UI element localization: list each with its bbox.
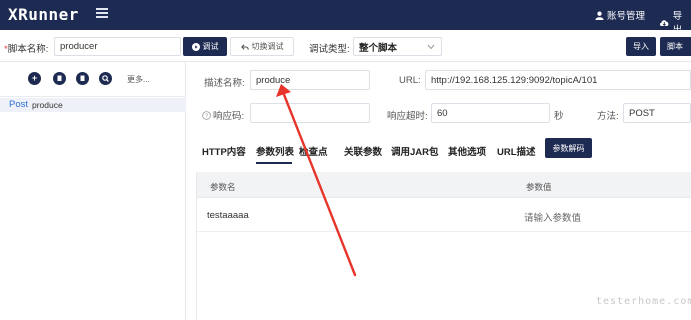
new-file-icon[interactable] — [76, 72, 89, 85]
debug-button[interactable]: 调试 — [183, 37, 227, 56]
undo-icon — [240, 43, 249, 50]
param-table-header: 参数名 参数值 — [196, 172, 691, 198]
param-name-cell[interactable]: testaaaaa — [207, 210, 249, 221]
import-button[interactable]: 导入 — [626, 37, 656, 56]
debug-type-label: 调试类型: — [309, 44, 350, 55]
method-select[interactable]: POST — [623, 103, 691, 123]
account-menu[interactable]: 账号管理 — [595, 8, 645, 22]
desc-name-label: 描述名称: — [204, 78, 245, 89]
timeout-unit: 秒 — [554, 111, 564, 122]
top-navbar: XRunner 账号管理 导出 — [0, 0, 691, 36]
active-tab-indicator — [256, 162, 292, 164]
script-tree-sidebar: + 更多... Post produce — [0, 62, 186, 320]
more-link[interactable]: 更多... — [127, 74, 150, 85]
add-icon[interactable]: + — [28, 72, 41, 85]
script-button[interactable]: 脚本 — [660, 37, 691, 56]
help-icon: ? — [202, 110, 211, 120]
tab-call-jar[interactable]: 调用JAR包 — [391, 144, 439, 158]
script-name-input[interactable]: producer — [54, 37, 181, 56]
tree-item-produce[interactable]: Post produce — [0, 98, 186, 112]
tab-other-options[interactable]: 其他选项 — [448, 144, 486, 158]
app-logo: XRunner — [8, 5, 79, 24]
chevron-down-icon — [427, 44, 435, 50]
response-code-input[interactable] — [250, 103, 370, 123]
copy-file-icon[interactable] — [53, 72, 66, 85]
tree-item-name: produce — [32, 100, 63, 110]
script-toolbar: *脚本名称: producer 调试 切换调试 调试类型: 整个脚本 导入 脚本 — [0, 30, 691, 62]
timeout-input[interactable]: 60 — [431, 103, 550, 123]
method-label: 方法: — [597, 111, 619, 122]
table-row[interactable]: testaaaaa 请输入参数值 — [196, 198, 691, 232]
tab-http-content[interactable]: HTTP内容 — [202, 144, 246, 158]
account-label: 账号管理 — [607, 11, 646, 22]
tab-correlate-params[interactable]: 关联参数 — [344, 144, 382, 158]
watermark: testerhome.com — [596, 296, 691, 307]
menu-toggle-icon[interactable] — [96, 8, 108, 20]
tab-checkpoint[interactable]: 检查点 — [299, 144, 328, 158]
url-label: URL: — [399, 75, 421, 86]
url-input[interactable]: http://192.168.125.129:9092/topicA/101 — [425, 70, 691, 90]
switch-debug-button[interactable]: 切换调试 — [230, 37, 294, 56]
param-decode-button[interactable]: 参数解码 — [545, 138, 592, 158]
column-header-param-name: 参数名 — [210, 182, 236, 192]
debug-type-select[interactable]: 整个脚本 — [353, 37, 442, 56]
cloud-download-icon — [659, 19, 669, 26]
search-icon[interactable] — [99, 72, 112, 85]
table-left-border — [196, 172, 197, 320]
tree-divider — [0, 96, 186, 97]
play-icon — [191, 42, 200, 51]
desc-name-input[interactable]: produce — [250, 70, 370, 90]
script-name-label: *脚本名称: — [4, 44, 49, 55]
param-value-input[interactable]: 请输入参数值 — [524, 210, 581, 224]
tree-item-method: Post — [9, 99, 29, 110]
user-icon — [595, 11, 604, 20]
tab-url-description[interactable]: URL描述 — [497, 144, 536, 158]
column-header-param-value: 参数值 — [526, 182, 552, 192]
response-code-label: ? 响应码: — [202, 108, 244, 122]
timeout-label: 响应超时: — [387, 111, 428, 122]
tab-param-list[interactable]: 参数列表 — [256, 144, 294, 158]
